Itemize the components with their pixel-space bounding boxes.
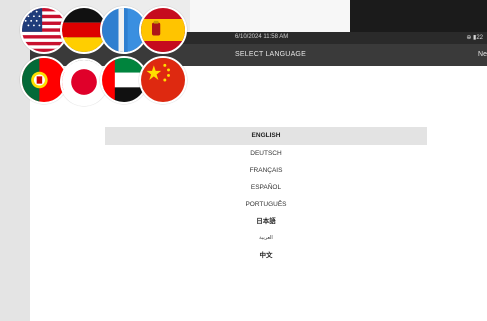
spain-flag-icon bbox=[139, 6, 187, 54]
background-top-white bbox=[190, 0, 350, 32]
background-panel bbox=[0, 0, 30, 321]
language-item-francais[interactable]: FRANÇAIS bbox=[105, 162, 427, 179]
language-item-english[interactable]: ENGLISH bbox=[105, 127, 427, 145]
china-flag-icon bbox=[139, 56, 187, 104]
status-icons: ⊕ ▮22 bbox=[466, 35, 483, 41]
next-button[interactable]: Ne bbox=[478, 51, 487, 58]
background-top-dark bbox=[350, 0, 487, 32]
language-list: ENGLISH DEUTSCH FRANÇAIS ESPAÑOL PORTUGU… bbox=[105, 127, 427, 264]
page-title: SELECT LANGUAGE bbox=[235, 51, 306, 58]
language-item-espanol[interactable]: ESPAÑOL bbox=[105, 179, 427, 196]
language-item-portugues[interactable]: PORTUGUÊS bbox=[105, 196, 427, 213]
status-datetime: 6/10/2024 11:58 AM bbox=[235, 34, 289, 40]
language-item-arabic[interactable]: العربية bbox=[105, 230, 427, 247]
language-item-japanese[interactable]: 日本語 bbox=[105, 213, 427, 230]
language-item-deutsch[interactable]: DEUTSCH bbox=[105, 145, 427, 162]
language-item-chinese[interactable]: 中文 bbox=[105, 247, 427, 264]
